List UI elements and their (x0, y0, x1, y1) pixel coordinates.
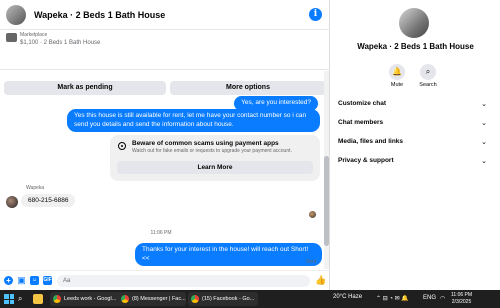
system-tray-icons[interactable]: ⌃ ⊟ ◔ ✉ 🔔 (376, 295, 409, 302)
sender-name: Wapeka (26, 185, 45, 191)
marketplace-icon (6, 33, 17, 42)
message-input[interactable]: Aa (57, 275, 310, 287)
taskbar-tab-label: Leeds work - Googl... (64, 296, 117, 302)
message-list: Yes, are you interested? Yes this house … (0, 71, 322, 269)
image-icon[interactable]: ▣ (17, 276, 26, 285)
file-explorer-icon[interactable] (33, 294, 43, 304)
chevron-down-icon[interactable]: ⌄ (481, 138, 487, 146)
sidebar-item-label: Customize chat (338, 100, 387, 107)
taskbar-tab-label: (15) Facebook - Go... (202, 296, 255, 302)
scam-warning-subtitle: Watch out for fake emails or requests to… (132, 148, 292, 154)
listing-avatar-large[interactable] (399, 8, 429, 38)
marketplace-label: Marketplace (20, 32, 48, 38)
search-icon[interactable]: ⌕ (18, 294, 28, 304)
chevron-down-icon[interactable]: ⌄ (481, 157, 487, 165)
chat-panel: Wapeka · 2 Beds 1 Bath House i Marketpla… (0, 0, 330, 290)
sidebar-item-media-files-links[interactable]: Media, files and links (338, 138, 488, 145)
sidebar-item-privacy-support[interactable]: Privacy & support (338, 157, 488, 164)
wifi-icon[interactable]: ◠ (440, 295, 445, 302)
chat-header: Wapeka · 2 Beds 1 Bath House i (0, 0, 330, 30)
mute-label: Mute (390, 82, 404, 88)
message-out[interactable]: Yes this house is still available for re… (67, 109, 320, 132)
thumbs-up-icon[interactable]: 👍 (315, 275, 326, 286)
info-icon[interactable]: i (309, 8, 322, 21)
taskbar-tab-label: (8) Messenger | Fac... (132, 296, 186, 302)
clock-time: 11:06 PM (451, 292, 473, 298)
sidebar-item-label: Media, files and links (338, 138, 404, 145)
marketplace-banner: Marketplace $1,100 · 2 Beds 1 Bath House… (0, 30, 330, 95)
listing-avatar[interactable] (6, 4, 26, 25)
taskbar-tab-leeds-work[interactable]: Leeds work - Googl... (50, 292, 124, 306)
chevron-down-icon[interactable]: ⌄ (481, 119, 487, 127)
search-label: Search (419, 82, 437, 88)
scrollbar[interactable] (324, 71, 329, 269)
chrome-icon (121, 295, 129, 303)
sidebar-title: Wapeka · 2 Beds 1 Bath House (357, 42, 474, 51)
warning-icon (118, 142, 126, 150)
message-out[interactable]: Thanks for your interest in the house! w… (135, 243, 322, 266)
learn-more-button[interactable]: Learn More (117, 161, 313, 174)
scam-warning-title: Beware of common scams using payment app… (132, 140, 279, 147)
gif-icon[interactable]: GIF (43, 276, 52, 285)
scrollbar-thumb[interactable] (324, 156, 329, 246)
clock-date: 2/3/2025 (451, 299, 472, 305)
sender-avatar[interactable] (6, 196, 18, 208)
conversation-info-sidebar: Wapeka · 2 Beds 1 Bath House 🔔 Mute ⌕ Se… (331, 0, 500, 290)
scam-warning-card: Beware of common scams using payment app… (110, 135, 320, 181)
message-in[interactable]: 680-215-6886 (21, 194, 76, 207)
sticker-icon[interactable]: ☺ (30, 276, 39, 285)
sidebar-item-label: Chat members (338, 119, 384, 126)
language-indicator[interactable]: ENG (423, 295, 436, 301)
message-timestamp: 11:06 PM (150, 230, 172, 236)
composer: + ▣ ☺ GIF Aa 👍 (0, 270, 330, 290)
sent-status: Sent (306, 259, 317, 265)
clock[interactable]: 11:06 PM 2/3/2025 (451, 292, 472, 306)
chat-title[interactable]: Wapeka · 2 Beds 1 Bath House (34, 10, 165, 20)
bell-icon[interactable]: 🔔 (389, 64, 405, 80)
taskbar: ⌕ Leeds work - Googl... (8) Messenger | … (0, 290, 500, 308)
listing-price[interactable]: $1,100 · 2 Beds 1 Bath House (20, 40, 100, 46)
windows-start-icon[interactable] (4, 294, 14, 304)
chrome-icon (191, 295, 199, 303)
search-icon[interactable]: ⌕ (420, 64, 436, 80)
read-receipt-avatar (309, 211, 316, 218)
chevron-down-icon[interactable]: ⌄ (481, 100, 487, 108)
taskbar-tab-facebook[interactable]: (15) Facebook - Go... (188, 292, 258, 306)
sidebar-item-customize-chat[interactable]: Customize chat (338, 100, 488, 107)
weather-widget[interactable]: 20°C Haze (333, 294, 362, 300)
sidebar-item-chat-members[interactable]: Chat members (338, 119, 488, 126)
chrome-icon (53, 295, 61, 303)
taskbar-tab-messenger[interactable]: (8) Messenger | Fac... (118, 292, 186, 306)
plus-icon[interactable]: + (4, 276, 13, 285)
sidebar-item-label: Privacy & support (338, 157, 394, 164)
